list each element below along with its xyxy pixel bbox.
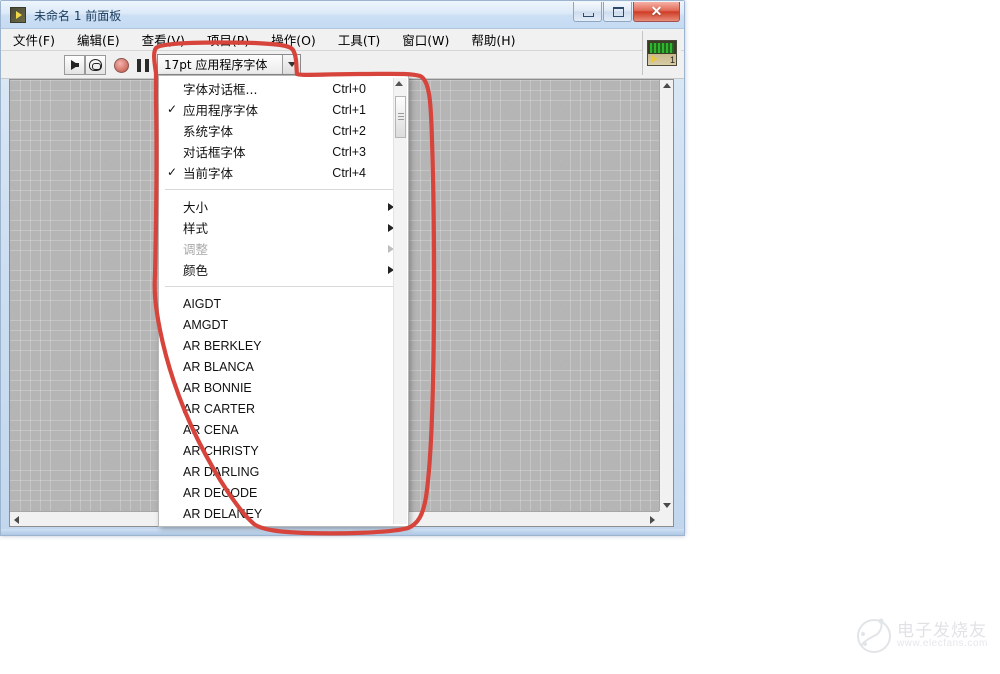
font-selector-combobox[interactable]: 17pt 应用程序字体 <box>157 54 301 75</box>
window-controls: ✕ <box>572 2 680 23</box>
close-button[interactable]: ✕ <box>633 2 680 22</box>
scrollbar-corner <box>659 511 673 526</box>
font-list-item[interactable]: AR BONNIE <box>159 377 408 398</box>
font-list-item[interactable]: AR BLANCA <box>159 356 408 377</box>
chevron-down-icon <box>287 62 296 67</box>
font-list-item[interactable]: AR DARLING <box>159 461 408 482</box>
menu-item-label: 应用程序字体 <box>183 103 259 118</box>
menu-item-shortcut: Ctrl+4 <box>332 165 366 180</box>
menu-item-shortcut: Ctrl+3 <box>332 144 366 159</box>
abort-execution-icon <box>114 57 129 73</box>
menu-item-style[interactable]: 样式 <box>159 217 408 238</box>
menu-item-shortcut: Ctrl+1 <box>332 102 366 117</box>
pause-icon <box>136 58 149 72</box>
menu-scrollbar-thumb[interactable] <box>395 96 406 138</box>
font-selector-value: 17pt 应用程序字体 <box>164 58 268 72</box>
maximize-button[interactable] <box>603 2 632 22</box>
scroll-up-arrow-icon[interactable] <box>663 83 671 88</box>
menu-tools[interactable]: 工具(T) <box>338 30 380 49</box>
menu-help[interactable]: 帮助(H) <box>471 30 515 49</box>
abort-execution-button[interactable] <box>111 55 132 75</box>
menu-item-label: 当前字体 <box>183 166 234 181</box>
menu-item-shortcut: Ctrl+0 <box>332 81 366 96</box>
menu-view[interactable]: 查看(V) <box>142 30 185 49</box>
menu-separator <box>165 189 402 190</box>
elecfans-logo-icon <box>857 618 891 653</box>
pause-button[interactable] <box>132 55 153 75</box>
scroll-left-arrow-icon[interactable] <box>14 516 19 524</box>
font-selector-dropdown-arrow[interactable] <box>282 55 300 74</box>
checkmark-icon: ✓ <box>167 102 178 116</box>
menu-item-current-font[interactable]: ✓ 当前字体 Ctrl+4 <box>159 162 408 183</box>
font-list-item[interactable]: AR DECODE <box>159 482 408 503</box>
title-bar: 未命名 1 前面板 ✕ <box>1 1 684 29</box>
menu-separator <box>165 286 402 287</box>
font-list-item[interactable]: AIGDT <box>159 293 408 314</box>
menu-item-label: 颜色 <box>183 263 209 278</box>
vi-icon-number: 1 <box>669 55 675 65</box>
watermark-url: www.elecfans.com <box>897 638 988 649</box>
menu-item-size[interactable]: 大小 <box>159 196 408 217</box>
minimize-icon <box>583 13 594 17</box>
canvas-vertical-scrollbar[interactable] <box>659 80 673 511</box>
run-continuously-button[interactable] <box>85 55 106 75</box>
maximize-icon <box>613 7 624 17</box>
run-button[interactable] <box>64 55 85 75</box>
watermark: 电子发烧友 www.elecfans.com <box>855 612 990 662</box>
menu-operate[interactable]: 操作(O) <box>271 30 316 49</box>
scroll-up-arrow-icon[interactable] <box>395 81 403 86</box>
checkmark-icon: ✓ <box>167 165 178 179</box>
menu-project[interactable]: 项目(P) <box>207 30 249 49</box>
run-arrow-icon <box>70 60 79 70</box>
font-list-item[interactable]: AR CHRISTY <box>159 440 408 461</box>
vi-icon-pane[interactable]: 1 <box>642 31 681 75</box>
run-continuously-icon <box>89 59 102 71</box>
window-bottom-strip <box>1 529 684 535</box>
menu-item-justify: 调整 <box>159 238 408 259</box>
font-list-item[interactable]: AMGDT <box>159 314 408 335</box>
font-list-item[interactable]: AR BERKLEY <box>159 335 408 356</box>
scroll-down-arrow-icon[interactable] <box>663 503 671 508</box>
menu-bar: 文件(F) 编辑(E) 查看(V) 项目(P) 操作(O) 工具(T) 窗口(W… <box>1 29 684 51</box>
menu-item-label: 大小 <box>183 200 209 215</box>
close-icon: ✕ <box>650 3 663 19</box>
menu-item-font-dialog[interactable]: 字体对话框... Ctrl+0 <box>159 78 408 99</box>
menu-item-label: 系统字体 <box>183 124 234 139</box>
vi-connector-icon: 1 <box>647 40 677 66</box>
menu-window[interactable]: 窗口(W) <box>402 30 449 49</box>
scroll-right-arrow-icon[interactable] <box>650 516 655 524</box>
menu-item-label: 对话框字体 <box>183 145 246 160</box>
menu-item-application-font[interactable]: ✓ 应用程序字体 Ctrl+1 <box>159 99 408 120</box>
menu-edit[interactable]: 编辑(E) <box>77 30 120 49</box>
font-list-item[interactable]: AR CENA <box>159 419 408 440</box>
font-dropdown-menu: 字体对话框... Ctrl+0 ✓ 应用程序字体 Ctrl+1 系统字体 Ctr… <box>158 75 409 527</box>
menu-item-system-font[interactable]: 系统字体 Ctrl+2 <box>159 120 408 141</box>
menu-item-color[interactable]: 颜色 <box>159 259 408 280</box>
labview-vi-icon <box>10 7 26 23</box>
menu-item-label: 样式 <box>183 221 209 236</box>
font-list-item[interactable]: AR DELANEY <box>159 503 408 524</box>
menu-item-label: 字体对话框... <box>183 82 258 97</box>
menu-item-dialog-font[interactable]: 对话框字体 Ctrl+3 <box>159 141 408 162</box>
menu-file[interactable]: 文件(F) <box>13 30 55 49</box>
minimize-button[interactable] <box>573 2 602 22</box>
window-title: 未命名 1 前面板 <box>34 9 122 23</box>
menu-item-label: 调整 <box>183 242 209 257</box>
menu-item-shortcut: Ctrl+2 <box>332 123 366 138</box>
menu-vertical-scrollbar[interactable] <box>393 78 407 524</box>
font-list-item[interactable]: AR CARTER <box>159 398 408 419</box>
